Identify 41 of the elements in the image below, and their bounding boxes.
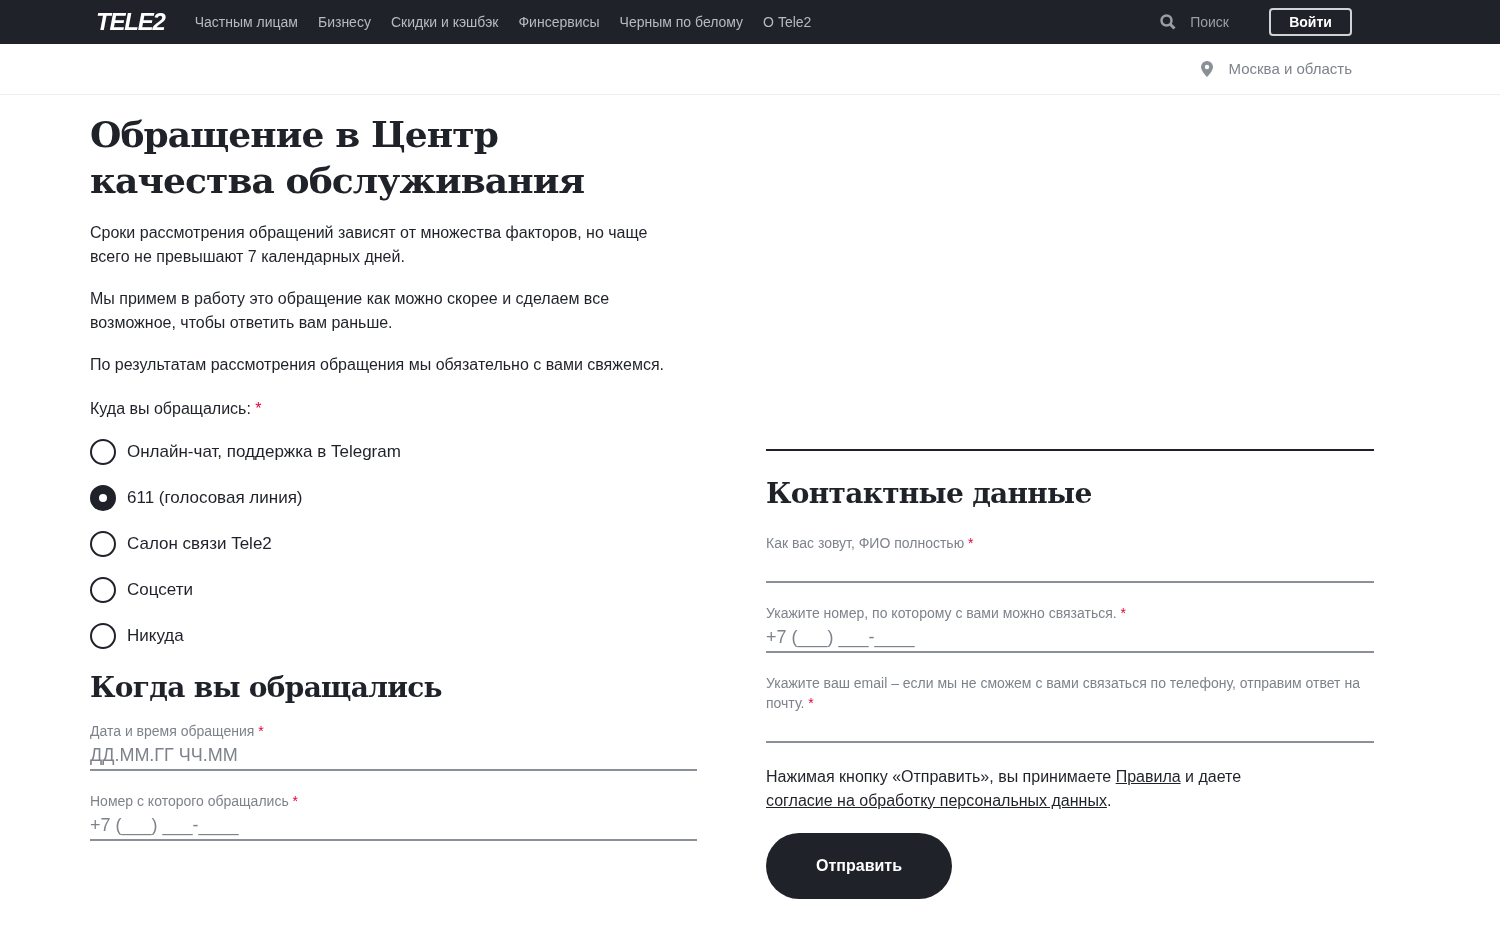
radio-label[interactable]: Онлайн-чат, поддержка в Telegram [127,439,401,465]
field-label: Дата и время обращения * [90,722,265,741]
page-title: Обращение в Центр качества обслуживания [90,112,586,203]
radio-label[interactable]: 611 (голосовая линия) [127,485,303,511]
info-paragraph: По результатам рассмотрения обращения мы обязательно с вами свяжемся. [90,355,665,375]
consent-text: Нажимая кнопку «Отправить», вы принимаете Правила и даете согласие на обработку персональных данных. [766,767,1243,811]
submit-button[interactable]: Отправить [766,833,952,899]
rules-link[interactable]: Правила [1115,768,1181,785]
nav-link[interactable]: Черным по белому [619,11,744,33]
consent-link[interactable]: согласие на обработку персональных данных [766,792,1107,809]
radio-label[interactable]: Салон связи Tele2 [127,531,272,557]
input-field[interactable]: +7 (___) ___-____ [766,623,1374,653]
logo[interactable]: TELE2 [96,4,165,40]
radio-button[interactable] [90,531,116,557]
region-selector[interactable]: Москва и область [1228,57,1352,81]
input-field[interactable]: ДД.ММ.ГГ ЧЧ.ММ [90,741,697,771]
nav-link[interactable]: О Tele2 [763,11,812,33]
radio-button[interactable] [90,623,116,649]
nav-link[interactable]: Скидки и кэшбэк [390,11,499,33]
input-field[interactable]: +7 (___) ___-____ [90,811,697,841]
search-link[interactable]: Поиск [1190,11,1229,33]
radio-label[interactable]: Никуда [127,623,184,649]
info-paragraph: Сроки рассмотрения обращений зависят от множества факторов, но чаще всего не превышают 7 календарных дней. [90,223,649,267]
field-label: Как вас зовут, ФИО полностью * [766,534,975,553]
location-pin-icon [1200,61,1213,77]
section-heading: Когда вы обращались [90,670,443,706]
info-paragraph: Мы примем в работу это обращение как можно скорее и сделаем все возможное, чтобы ответить вам раньше. [90,289,611,333]
radio-label[interactable]: Соцсети [127,577,193,603]
nav-link[interactable]: Финсервисы [518,11,600,33]
search-icon[interactable] [1160,14,1177,30]
field-label: Укажите ваш email – если мы не сможем с вами связаться по телефону, отправим ответ на почту. * [766,674,1361,713]
nav-link[interactable]: Частным лицам [194,11,298,33]
radio-button[interactable] [90,485,116,511]
login-button[interactable]: Войти [1269,8,1352,36]
radio-button[interactable] [90,439,116,465]
field-label: Укажите номер, по которому с вами можно связаться. * [766,604,1127,623]
field-label: Номер с которого обращались * [90,792,300,811]
section-heading: Контактные данные [766,476,1093,512]
nav-link[interactable]: Бизнесу [317,11,371,33]
question-label: Куда вы обращались: * [90,399,263,419]
radio-button[interactable] [90,577,116,603]
